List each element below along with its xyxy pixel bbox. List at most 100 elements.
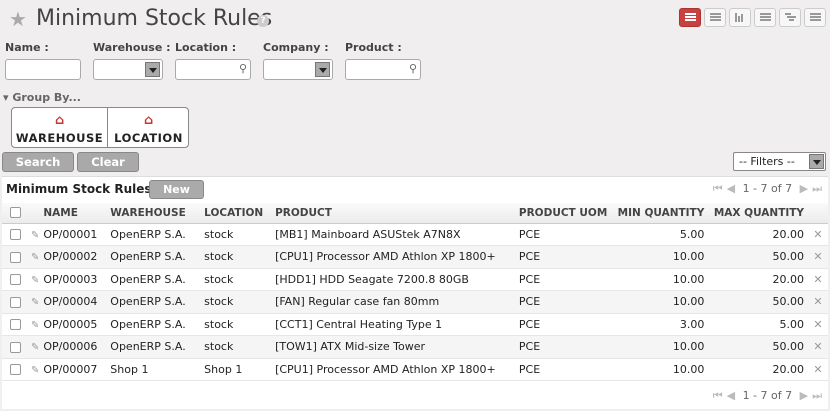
row-edit[interactable]: ✎ — [23, 290, 40, 314]
row-delete[interactable]: ✕ — [808, 223, 828, 246]
last-page-icon[interactable]: ⏭ — [812, 182, 822, 196]
cell-product: [HDD1] HDD Seagate 7200.8 80GB — [271, 268, 515, 291]
close-icon[interactable]: ✕ — [813, 228, 822, 241]
group-by-warehouse-button[interactable]: ⌂ WAREHOUSE — [12, 108, 108, 147]
list-view: Minimum Stock Rules New ⏮ ◀ 1 - 7 of 7 ▶ ⏭… — [2, 176, 828, 409]
table-row[interactable]: ✎ OP/00007 Shop 1 Shop 1 [CPU1] Processor AM… — [2, 358, 828, 381]
pencil-icon[interactable]: ✎ — [31, 297, 39, 308]
diagram-view-button[interactable] — [804, 8, 826, 27]
product-input[interactable]: ⚲ — [345, 59, 421, 80]
row-checkbox[interactable] — [2, 358, 24, 381]
pencil-icon[interactable]: ✎ — [31, 342, 39, 353]
cell-min-quantity: 10.00 — [610, 245, 709, 269]
first-page-icon[interactable]: ⏮ — [713, 182, 723, 196]
row-checkbox[interactable] — [2, 245, 24, 269]
row-edit[interactable]: ✎ — [23, 313, 40, 336]
pencil-icon[interactable]: ✎ — [31, 365, 39, 376]
close-icon[interactable]: ✕ — [813, 273, 822, 286]
search-button[interactable]: Search — [2, 152, 74, 172]
prev-page-icon[interactable]: ◀ — [727, 182, 735, 195]
prev-page-icon[interactable]: ◀ — [727, 389, 735, 402]
pencil-icon[interactable]: ✎ — [31, 230, 39, 241]
first-page-icon[interactable]: ⏮ — [713, 389, 723, 403]
group-by-box: ⌂ WAREHOUSE ⌂ LOCATION — [11, 107, 189, 148]
clear-button[interactable]: Clear — [77, 152, 139, 172]
group-by-location-label: LOCATION — [114, 131, 183, 145]
row-delete[interactable]: ✕ — [808, 313, 828, 336]
list-view-button[interactable] — [679, 8, 701, 27]
help-icon[interactable]: ? — [257, 15, 269, 27]
row-delete[interactable]: ✕ — [808, 358, 828, 381]
chevron-down-icon[interactable] — [145, 62, 160, 77]
close-icon[interactable]: ✕ — [813, 363, 822, 376]
column-header-product[interactable]: PRODUCT — [271, 203, 515, 224]
table-row[interactable]: ✎ OP/00003 OpenERP S.A. stock [HDD1] HDD Sea… — [2, 268, 828, 291]
next-page-icon[interactable]: ▶ — [800, 182, 808, 195]
chevron-down-icon[interactable] — [809, 154, 824, 169]
row-checkbox[interactable] — [2, 335, 24, 359]
row-checkbox[interactable] — [2, 290, 24, 314]
pencil-icon[interactable]: ✎ — [31, 320, 39, 331]
column-header-warehouse[interactable]: WAREHOUSE — [106, 203, 201, 224]
table-row[interactable]: ✎ OP/00006 OpenERP S.A. stock [TOW1] ATX Mid… — [2, 335, 828, 359]
pager-text[interactable]: 1 - 7 of 7 — [743, 389, 793, 402]
close-icon[interactable]: ✕ — [813, 250, 822, 263]
company-select[interactable] — [263, 59, 333, 80]
select-all-checkbox[interactable] — [2, 203, 24, 224]
column-header-max-quantity[interactable]: MAX QUANTITY — [708, 203, 809, 224]
warehouse-select[interactable] — [93, 59, 163, 80]
pencil-icon[interactable]: ✎ — [31, 275, 39, 286]
row-delete[interactable]: ✕ — [808, 268, 828, 291]
star-icon[interactable]: ★ — [9, 9, 27, 29]
cell-max-quantity: 20.00 — [708, 223, 809, 246]
table-row[interactable]: ✎ OP/00001 OpenERP S.A. stock [MB1] Mainboar… — [2, 223, 828, 246]
search-icon[interactable]: ⚲ — [239, 62, 247, 75]
next-page-icon[interactable]: ▶ — [800, 389, 808, 402]
row-checkbox[interactable] — [2, 313, 24, 336]
cell-warehouse: OpenERP S.A. — [106, 290, 201, 314]
table-row[interactable]: ✎ OP/00004 OpenERP S.A. stock [FAN] Regular … — [2, 290, 828, 314]
list-icon — [685, 13, 696, 23]
pager-text[interactable]: 1 - 7 of 7 — [743, 182, 793, 195]
column-header-name[interactable]: NAME — [39, 203, 107, 224]
cell-min-quantity: 10.00 — [610, 358, 709, 381]
row-delete[interactable]: ✕ — [808, 335, 828, 359]
table-row[interactable]: ✎ OP/00005 OpenERP S.A. stock [CCT1] Central… — [2, 313, 828, 336]
row-checkbox[interactable] — [2, 223, 24, 246]
close-icon[interactable]: ✕ — [813, 295, 822, 308]
page-title: Minimum Stock Rules — [36, 6, 273, 31]
cell-warehouse: OpenERP S.A. — [106, 268, 201, 291]
close-icon[interactable]: ✕ — [813, 318, 822, 331]
pencil-icon[interactable]: ✎ — [31, 252, 39, 263]
row-edit[interactable]: ✎ — [23, 358, 40, 381]
row-checkbox[interactable] — [2, 268, 24, 291]
column-header-location[interactable]: LOCATION — [200, 203, 272, 224]
group-by-location-button[interactable]: ⌂ LOCATION — [109, 108, 188, 147]
column-header-product-uom[interactable]: PRODUCT UOM — [514, 203, 611, 224]
filters-select[interactable]: -- Filters -- — [733, 152, 826, 171]
gantt-view-button[interactable] — [779, 8, 801, 27]
row-edit[interactable]: ✎ — [23, 245, 40, 269]
table-row[interactable]: ✎ OP/00002 OpenERP S.A. stock [CPU1] Process… — [2, 245, 828, 269]
row-delete[interactable]: ✕ — [808, 290, 828, 314]
chevron-down-icon[interactable] — [315, 62, 330, 77]
close-icon[interactable]: ✕ — [813, 340, 822, 353]
search-icon[interactable]: ⚲ — [409, 62, 417, 75]
cell-location: Shop 1 — [200, 358, 272, 381]
last-page-icon[interactable]: ⏭ — [812, 389, 822, 403]
column-header-min-quantity[interactable]: MIN QUANTITY — [610, 203, 709, 224]
name-input[interactable] — [5, 59, 81, 80]
new-button[interactable]: New — [149, 180, 204, 199]
cell-name: OP/00003 — [39, 268, 107, 291]
row-edit[interactable]: ✎ — [23, 223, 40, 246]
form-view-button[interactable] — [704, 8, 726, 27]
row-edit[interactable]: ✎ — [23, 335, 40, 359]
row-delete[interactable]: ✕ — [808, 245, 828, 269]
calendar-view-button[interactable] — [754, 8, 776, 27]
group-by-toggle[interactable]: ▾ Group By... — [3, 91, 81, 104]
row-edit[interactable]: ✎ — [23, 268, 40, 291]
location-input[interactable]: ⚲ — [175, 59, 251, 80]
cell-product-uom: PCE — [514, 268, 611, 291]
table-header-row: NAME WAREHOUSE LOCATION PRODUCT PRODUCT … — [2, 203, 828, 224]
graph-view-button[interactable] — [729, 8, 751, 27]
